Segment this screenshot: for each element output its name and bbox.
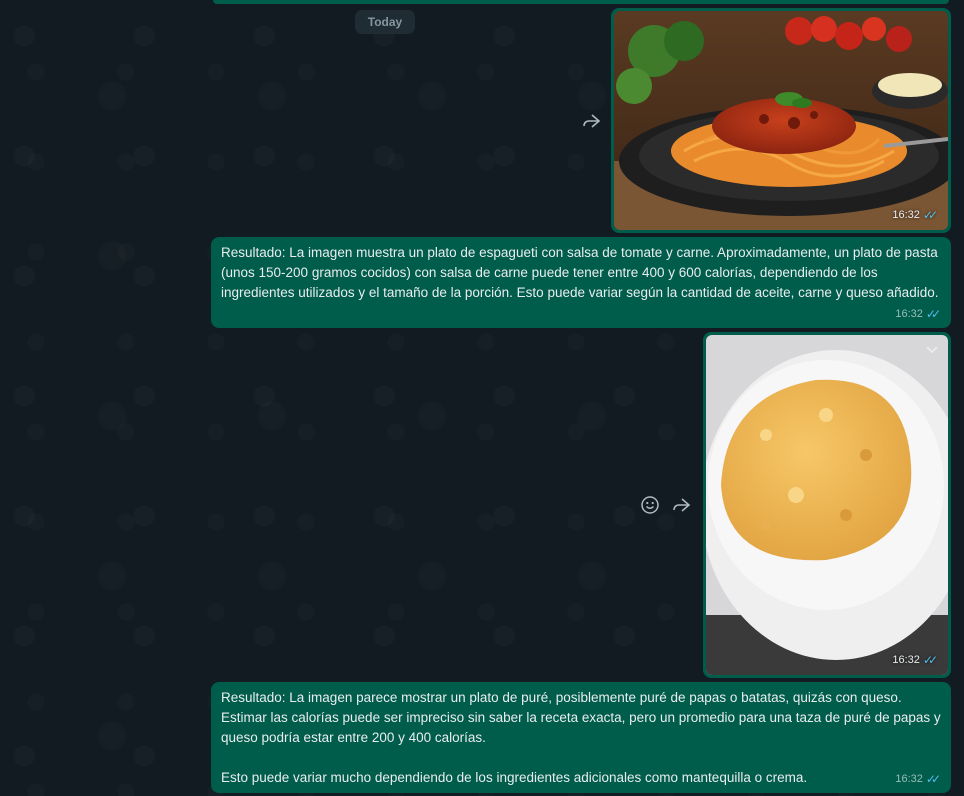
text-message[interactable]: Resultado: La imagen parece mostrar un p…: [211, 682, 951, 793]
forward-icon[interactable]: [668, 492, 694, 518]
double-check-icon: ✓✓: [922, 208, 938, 222]
chevron-down-icon[interactable]: [924, 341, 940, 357]
emoji-icon[interactable]: [637, 492, 663, 518]
message-time: 16:32 ✓✓: [892, 653, 938, 667]
message-time: 16:32 ✓✓: [895, 769, 941, 789]
double-check-icon: ✓✓: [925, 772, 941, 786]
spaghetti-photo[interactable]: 16:32 ✓✓: [614, 11, 948, 230]
forward-icon[interactable]: [578, 108, 604, 134]
text-message[interactable]: Resultado: La imagen muestra un plato de…: [211, 237, 951, 328]
date-divider: Today: [355, 10, 415, 34]
image-message-spaghetti[interactable]: 16:32 ✓✓: [611, 8, 951, 233]
message-text: Resultado: La imagen muestra un plato de…: [221, 245, 942, 300]
message-text: Resultado: La imagen parece mostrar un p…: [221, 690, 941, 785]
message-time: 16:32 ✓✓: [892, 208, 938, 222]
image-message-mashed[interactable]: 16:32 ✓✓: [703, 332, 951, 678]
double-check-icon: ✓✓: [925, 307, 941, 321]
mashed-photo[interactable]: 16:32 ✓✓: [706, 335, 948, 675]
previous-message-edge: [213, 0, 949, 4]
double-check-icon: ✓✓: [922, 653, 938, 667]
message-time: 16:32 ✓✓: [895, 304, 941, 324]
